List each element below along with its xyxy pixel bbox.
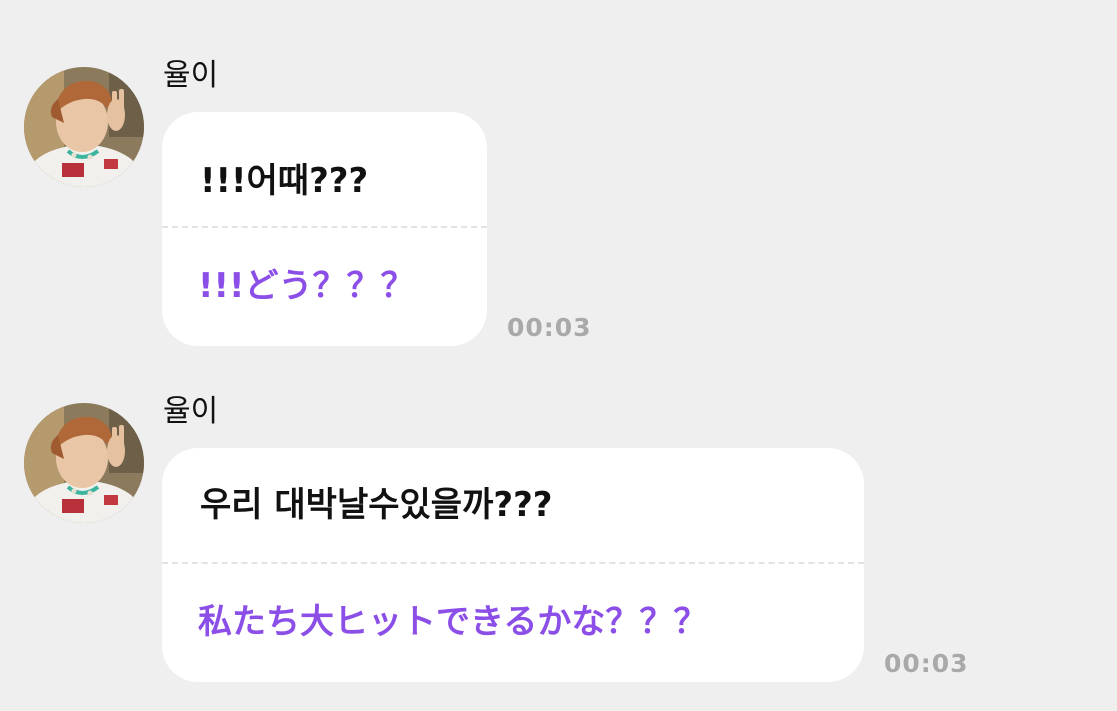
sender-avatar[interactable] (24, 67, 144, 187)
profile-photo-icon (24, 67, 144, 187)
message-bubble[interactable]: !!!어때??? !!!どう？？？ (162, 112, 487, 346)
message-timestamp: 00:03 (507, 313, 592, 342)
message-timestamp: 00:03 (884, 649, 969, 678)
message-bubble[interactable]: 우리 대박날수있을까??? 私たち大ヒットできるかな？？？ (162, 448, 864, 682)
message-original-text: 우리 대박날수있을까??? (200, 485, 553, 525)
translation-divider (162, 226, 487, 228)
profile-photo-icon (24, 403, 144, 523)
message-translation-text: !!!どう？？？ (198, 266, 415, 306)
translation-divider (162, 562, 864, 564)
sender-avatar[interactable] (24, 403, 144, 523)
sender-name: 율이 (163, 58, 219, 93)
message-translation-text: 私たち大ヒットできるかな？？？ (198, 602, 708, 642)
message-original-text: !!!어때??? (200, 161, 369, 201)
sender-name: 율이 (163, 394, 219, 429)
